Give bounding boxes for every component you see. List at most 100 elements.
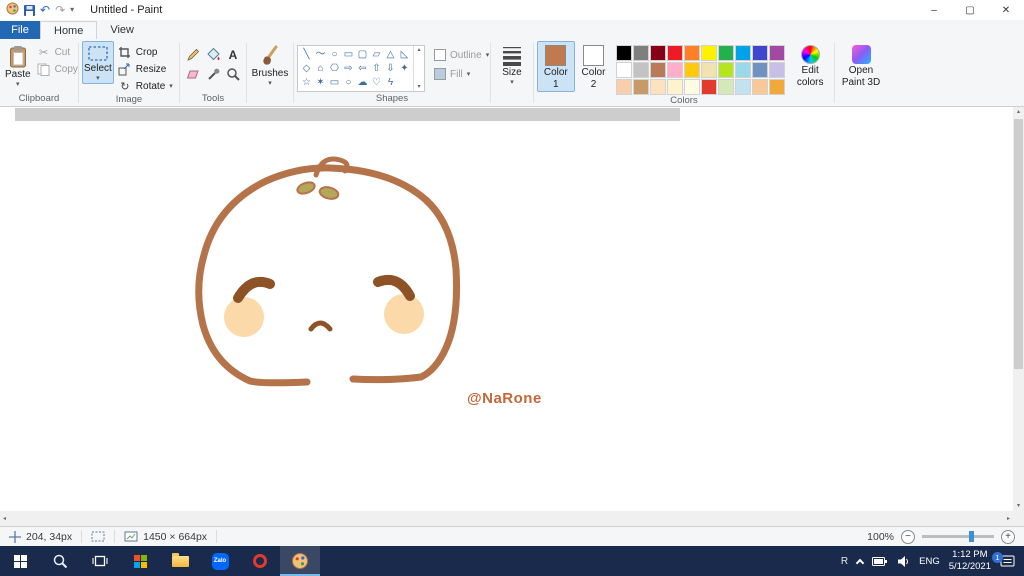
tab-file[interactable]: File — [0, 21, 40, 39]
redo-icon[interactable] — [55, 4, 65, 16]
palette-swatch-11[interactable] — [633, 62, 650, 78]
undo-icon[interactable] — [40, 4, 50, 16]
cut-button[interactable]: Cut — [33, 44, 82, 60]
palette-swatch-0[interactable] — [616, 45, 633, 61]
text-tool[interactable]: A — [224, 45, 243, 64]
palette-swatch-8[interactable] — [752, 45, 769, 61]
palette-swatch-28[interactable] — [752, 79, 769, 95]
open-paint3d-button[interactable]: Open Paint 3D — [838, 41, 884, 90]
resize-button[interactable]: Resize — [114, 61, 177, 77]
shape-polygon[interactable]: ▱ — [370, 48, 383, 61]
eraser-tool[interactable] — [184, 65, 203, 84]
clock[interactable]: 1:12 PM 5/12/2021 — [949, 549, 991, 573]
shape-triangle[interactable]: △ — [384, 48, 397, 61]
fill-tool[interactable] — [204, 45, 223, 64]
notification-button[interactable]: 1 — [992, 552, 1016, 568]
customize-toolbar-icon[interactable] — [70, 6, 74, 14]
shape-six-point-star[interactable]: ✶ — [314, 76, 327, 89]
shape-down-arrow[interactable]: ⇩ — [384, 62, 397, 75]
pencil-tool[interactable] — [184, 45, 203, 64]
palette-swatch-17[interactable] — [735, 62, 752, 78]
brushes-dropdown-icon[interactable] — [268, 80, 272, 87]
zoom-slider-thumb[interactable] — [969, 531, 974, 542]
shape-four-point-star[interactable]: ✦ — [398, 62, 411, 75]
shape-heart[interactable]: ♡ — [370, 76, 383, 89]
palette-swatch-6[interactable] — [718, 45, 735, 61]
shape-right-arrow[interactable]: ⇨ — [342, 62, 355, 75]
shape-rectangle[interactable]: ▭ — [342, 48, 355, 61]
app-tiles-button[interactable] — [120, 546, 160, 576]
close-button[interactable]: ✕ — [988, 0, 1024, 20]
vertical-scrollbar-thumb[interactable] — [1014, 119, 1023, 369]
palette-swatch-10[interactable] — [616, 62, 633, 78]
shape-rounded-rectangle[interactable]: ▢ — [356, 48, 369, 61]
speaker-icon[interactable] — [897, 555, 910, 568]
rotate-dropdown-icon[interactable] — [169, 83, 173, 90]
zalo-button[interactable]: Zalo — [200, 546, 240, 576]
palette-swatch-15[interactable] — [701, 62, 718, 78]
paste-dropdown-icon[interactable] — [16, 81, 20, 88]
palette-swatch-27[interactable] — [735, 79, 752, 95]
tray-app-icon[interactable]: R — [841, 556, 848, 567]
shape-line[interactable]: ╲ — [300, 48, 313, 61]
shape-lightning[interactable]: ϟ — [384, 76, 397, 89]
drawing-canvas[interactable]: @NaRone — [0, 107, 1013, 511]
tray-chevron-up-icon[interactable] — [855, 558, 865, 567]
magnifier-tool[interactable] — [224, 65, 243, 84]
zoom-slider[interactable] — [922, 531, 994, 542]
horizontal-scrollbar[interactable] — [0, 511, 1013, 526]
palette-swatch-16[interactable] — [718, 62, 735, 78]
palette-swatch-21[interactable] — [633, 79, 650, 95]
zoom-in-button[interactable]: + — [1001, 529, 1015, 544]
scroll-right-icon[interactable] — [1007, 516, 1010, 522]
palette-swatch-7[interactable] — [735, 45, 752, 61]
paint-taskbar-button[interactable] — [280, 546, 320, 576]
palette-swatch-23[interactable] — [667, 79, 684, 95]
scroll-left-icon[interactable] — [3, 516, 6, 522]
palette-swatch-13[interactable] — [667, 62, 684, 78]
battery-icon[interactable] — [872, 556, 888, 567]
outline-dropdown-icon[interactable] — [486, 52, 490, 59]
edit-colors-button[interactable]: Edit colors — [789, 41, 831, 90]
crop-button[interactable]: Crop — [114, 44, 177, 60]
taskbar-search-button[interactable] — [40, 546, 80, 576]
copy-button[interactable]: Copy — [33, 61, 82, 77]
palette-swatch-29[interactable] — [769, 79, 786, 95]
size-dropdown-icon[interactable] — [510, 79, 514, 86]
shapes-scrollbar[interactable] — [413, 46, 424, 91]
shape-up-arrow[interactable]: ⇧ — [370, 62, 383, 75]
shape-cloud-callout[interactable]: ☁ — [356, 76, 369, 89]
shape-diamond[interactable]: ◇ — [300, 62, 313, 75]
palette-swatch-19[interactable] — [769, 62, 786, 78]
shape-curve[interactable]: ～ — [314, 48, 327, 61]
shape-rounded-callout[interactable]: ▭ — [328, 76, 341, 89]
palette-swatch-24[interactable] — [684, 79, 701, 95]
horizontal-scrollbar-thumb[interactable] — [15, 108, 680, 121]
palette-swatch-18[interactable] — [752, 62, 769, 78]
palette-swatch-5[interactable] — [701, 45, 718, 61]
color2-button[interactable]: Color 2 — [575, 41, 613, 92]
scroll-down-icon[interactable] — [1017, 503, 1020, 509]
select-dropdown-icon[interactable] — [96, 75, 100, 82]
shape-oval-callout[interactable]: ○ — [342, 76, 355, 89]
select-button[interactable]: Select — [82, 41, 114, 84]
paste-button[interactable]: Paste — [3, 41, 33, 90]
palette-swatch-22[interactable] — [650, 79, 667, 95]
brushes-button[interactable]: Brushes — [250, 41, 290, 89]
color-picker-tool[interactable] — [204, 65, 223, 84]
palette-swatch-12[interactable] — [650, 62, 667, 78]
palette-swatch-1[interactable] — [633, 45, 650, 61]
minimize-button[interactable]: – — [916, 0, 952, 20]
shape-pentagon[interactable]: ⌂ — [314, 62, 327, 75]
tab-view[interactable]: View — [97, 21, 147, 39]
palette-swatch-3[interactable] — [667, 45, 684, 61]
shapes-scroll-down-icon[interactable] — [417, 84, 420, 90]
zoom-out-button[interactable]: − — [901, 529, 915, 544]
palette-swatch-9[interactable] — [769, 45, 786, 61]
shape-left-arrow[interactable]: ⇦ — [356, 62, 369, 75]
start-button[interactable] — [0, 546, 40, 576]
save-icon[interactable] — [24, 4, 35, 16]
shape-outline-button[interactable]: Outline — [430, 47, 493, 63]
shapes-scroll-up-icon[interactable] — [417, 47, 420, 53]
file-explorer-button[interactable] — [160, 546, 200, 576]
